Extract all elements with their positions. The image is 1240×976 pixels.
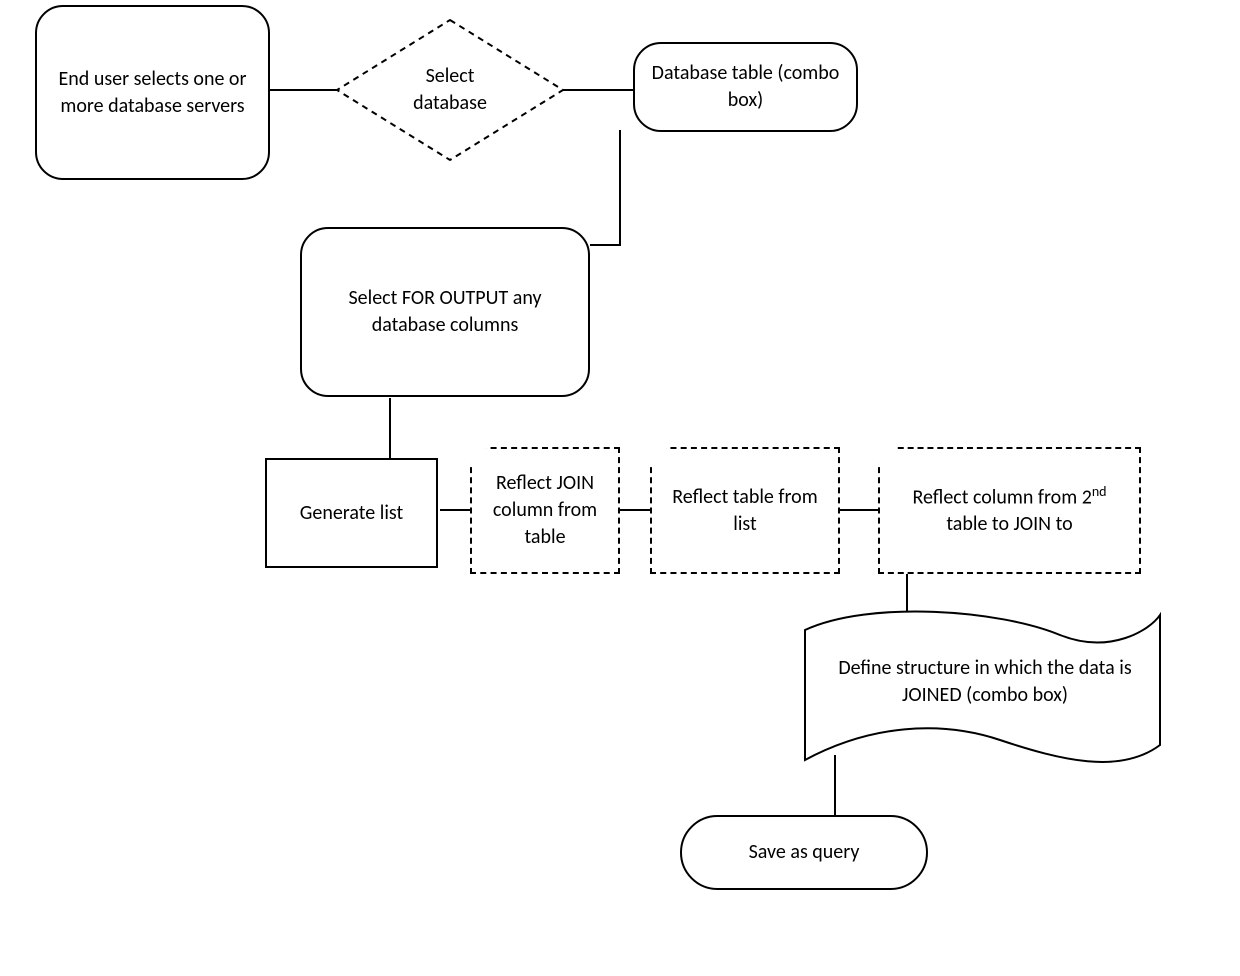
node-generate-list: Generate list xyxy=(265,458,438,568)
node-select-servers-label: End user selects one or more database se… xyxy=(47,66,258,120)
node-reflect-column-2nd-label: Reflect column from 2nd table to JOIN to xyxy=(890,483,1129,539)
node-select-database: Select database xyxy=(400,63,500,117)
flowchart: End user selects one or more database se… xyxy=(0,0,1240,976)
node-define-structure-label: Define structure in which the data is JO… xyxy=(838,656,1131,707)
node-database-table-label: Database table (combo box) xyxy=(645,60,846,114)
node-reflect-table: Reflect table from list xyxy=(650,447,840,574)
node-select-servers: End user selects one or more database se… xyxy=(35,5,270,180)
node-save-query: Save as query xyxy=(680,815,928,890)
node-select-columns-label: Select FOR OUTPUT any database columns xyxy=(312,285,578,339)
node-database-table: Database table (combo box) xyxy=(633,42,858,132)
node-reflect-join-column-label: Reflect JOIN column from table xyxy=(482,470,608,551)
node-reflect-column-2nd: Reflect column from 2nd table to JOIN to xyxy=(878,447,1141,574)
node-define-structure: Define structure in which the data is JO… xyxy=(815,655,1155,709)
node-reflect-join-column: Reflect JOIN column from table xyxy=(470,447,620,574)
node-select-database-label: Select database xyxy=(413,64,487,115)
node-save-query-label: Save as query xyxy=(749,839,860,866)
node-select-columns: Select FOR OUTPUT any database columns xyxy=(300,227,590,397)
node-reflect-table-label: Reflect table from list xyxy=(662,484,828,538)
node-generate-list-label: Generate list xyxy=(300,500,403,527)
